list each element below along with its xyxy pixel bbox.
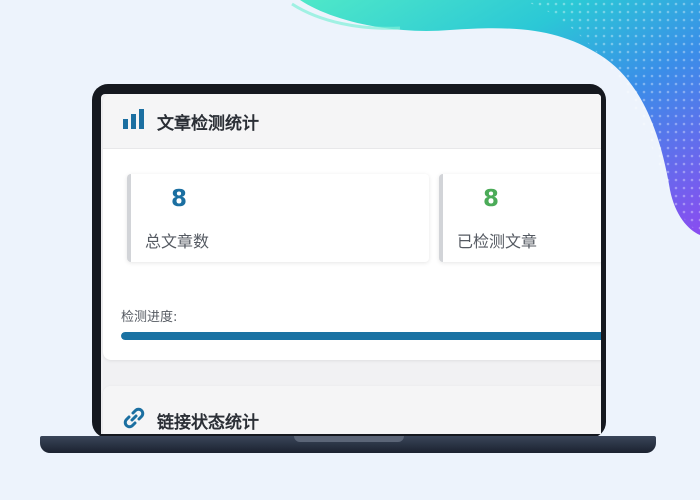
checked-articles-value: 8 xyxy=(483,186,500,212)
progress-label: 检测进度: xyxy=(121,310,178,325)
bar-chart-icon xyxy=(123,109,145,133)
checked-articles-label: 已检测文章 xyxy=(457,232,538,251)
checked-articles-card: 8 已检测文章 xyxy=(439,174,601,262)
link-icon xyxy=(123,407,145,433)
progress-fill xyxy=(121,332,601,340)
panel-header: 链接状态统计 xyxy=(103,386,601,434)
article-check-stats-panel: 文章检测统计 8 总文章数 8 已检测文章 检测进度: xyxy=(103,94,601,360)
total-articles-value: 8 xyxy=(171,186,188,212)
laptop-screen: 文章检测统计 8 总文章数 8 已检测文章 检测进度: 链接状态统计 xyxy=(101,94,601,434)
panel-title: 文章检测统计 xyxy=(157,113,259,134)
link-status-stats-panel: 链接状态统计 xyxy=(103,386,601,434)
progress-bar xyxy=(121,332,601,340)
total-articles-card: 8 总文章数 xyxy=(127,174,429,262)
panel-title: 链接状态统计 xyxy=(157,412,259,433)
total-articles-label: 总文章数 xyxy=(145,232,210,251)
laptop-notch xyxy=(294,436,404,442)
panel-header: 文章检测统计 xyxy=(103,94,601,149)
